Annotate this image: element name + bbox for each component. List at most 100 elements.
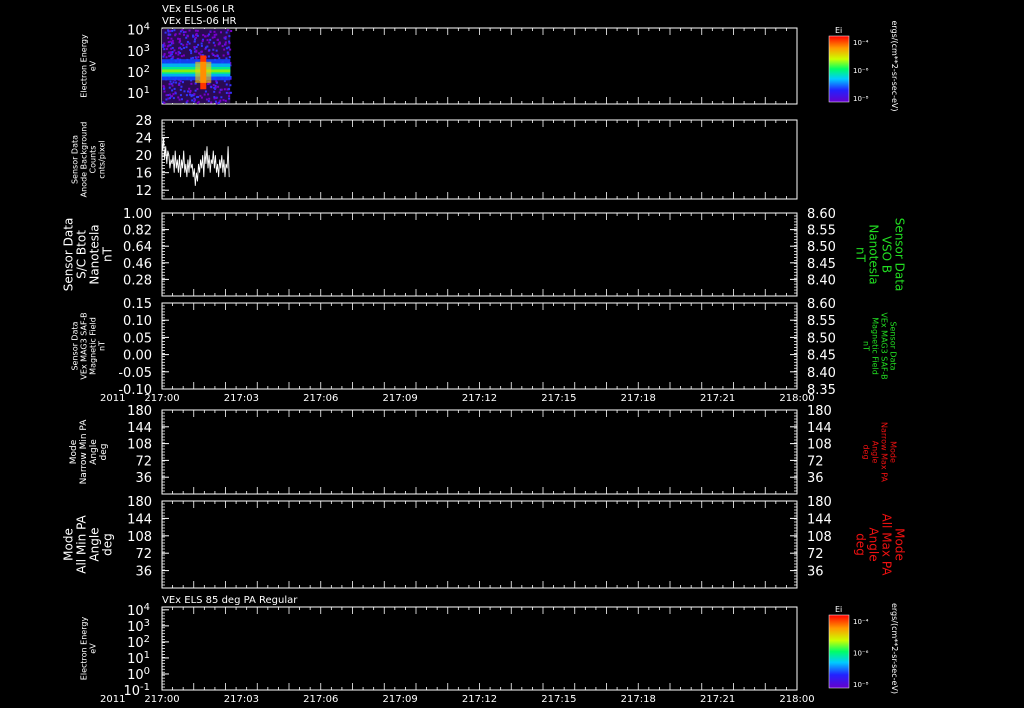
spectrogram-speck [193,93,196,96]
spectrogram-speck [223,48,226,51]
axis-label-line: All Min PA [75,514,89,573]
y-tick-label: 28 [135,114,152,129]
instrument-label-lr: VEx ELS-06 LR [162,4,235,15]
y-tick-label: 104 [127,22,150,39]
spectrogram-speck [178,82,181,85]
spectrogram-speck [220,31,223,34]
spectrogram-speck [213,90,216,93]
spectrogram-speck [166,45,169,48]
y-tick-label: 20 [135,149,152,164]
spectrogram-speck [183,46,186,49]
spectrogram-speck [190,52,193,55]
spectrogram-speck [224,37,227,40]
axis-label-line: Narrow Min PA [79,419,89,485]
y2-tick-label: 72 [807,547,824,562]
spectrogram-speck [229,48,232,51]
spectrogram-speck [208,97,211,100]
y-tick-label: 103 [127,43,150,60]
y-tick-label: 72 [135,454,152,469]
spectrogram-speck [221,45,224,48]
tick-label: 103 [127,618,150,635]
spectrogram-speck [209,38,212,41]
colorbar-label: Ei [835,605,842,614]
axis-label-line: deg [99,444,109,461]
spectrogram-speck [208,41,211,44]
spectrogram-speck [195,46,198,49]
spectrogram-speck [223,80,226,83]
y2-tick-label: 180 [807,404,832,419]
spectrogram-speck [172,55,175,58]
spectrogram-speck [169,80,172,83]
background-counts-line [162,137,230,186]
spectrogram-speck [199,94,202,97]
x-tick-label: 217:18 [621,393,656,404]
tick-label: 101 [127,650,150,667]
spectrogram-speck [228,92,231,95]
spectrogram-speck [225,57,228,60]
spectrogram-speck [182,44,185,47]
plot-canvas: VEx ELS-06 LR VEx ELS-06 HR 101102103104… [62,4,907,705]
panel-title-p7: VEx ELS 85 deg PA Regular [162,595,298,606]
y-axis-label-p7: Electron Energy eV [79,617,97,681]
spectrogram-speck [174,92,177,95]
spectrogram-speck [171,46,174,49]
spectrogram-speck [185,46,188,49]
spectrogram-speck [182,54,185,57]
y-tick-label: 102 [127,64,150,81]
y-tick-label: 36 [135,471,152,486]
spectrogram-speck [172,42,175,45]
y-tick-label: 1.00 [123,207,152,222]
y-tick-label: 0.82 [123,224,152,239]
axis-label-line: Sensor Data [889,321,898,370]
spectrogram-speck [177,96,180,99]
x-tick-label: 217:09 [383,694,418,705]
spectrogram-speck [172,81,175,84]
spectrogram-speck [220,96,223,99]
spectrogram-speck [206,39,209,42]
spectrogram-speck [164,31,167,34]
y-tick-label: -0.05 [118,366,152,381]
axis-label-line: nT [853,247,867,263]
y2-tick-label: 8.60 [807,297,836,312]
spectrogram-speck [170,82,173,85]
spectrogram-speck [184,31,187,34]
y-tick-label: 180 [127,495,152,510]
spectrogram-hotspot [195,61,212,83]
spectrogram-speck [217,102,220,105]
spectrogram-speck [215,81,218,84]
y-axis-label-p5: Mode Narrow Min PA Angle deg [69,419,109,485]
x-axis-year-label: 2011 [100,393,125,404]
spectrogram-speck [216,55,219,58]
y-tick-label: 0.15 [123,297,152,312]
y2-tick-label: 36 [807,471,824,486]
y-tick-label: 0.64 [123,240,152,255]
right-axis-label-p6: ModeAll Max PAAngledeg [853,514,906,577]
spectrogram-speck [208,49,211,52]
axis-label-line: Angle [871,441,880,464]
y-tick-label: 24 [135,132,152,147]
spectrogram-speck [218,57,221,60]
x-tick-label: 217:15 [541,694,576,705]
spectrogram-speck [185,94,188,97]
spectrogram-speck [213,44,216,47]
spectrogram-speck [207,100,210,103]
y2-tick-label: 36 [807,565,824,580]
colorbar [828,614,850,689]
y-axis-label-p1: Electron Energy eV [79,34,97,98]
axis-label-line: Electron Energy [79,34,88,98]
axis-label-line: Angle [866,527,880,561]
axis-label-line: All Max PA [879,514,893,577]
y2-tick-label: 144 [807,512,832,527]
spectrogram-speck [192,56,195,59]
spectrogram-speck [195,36,198,39]
spectrogram-speck [200,50,203,53]
spectrogram-speck [179,30,182,33]
spectrogram-speck [214,54,217,57]
spectrogram-speck [214,100,217,103]
spectrogram-speck [167,29,170,32]
x-axis-year-label: 2011 [100,694,125,705]
x-tick-label: 217:03 [224,694,259,705]
plot-frame-p2 [161,119,798,200]
spectrogram-speck [171,95,174,98]
plot-frame-p1 [161,27,798,105]
